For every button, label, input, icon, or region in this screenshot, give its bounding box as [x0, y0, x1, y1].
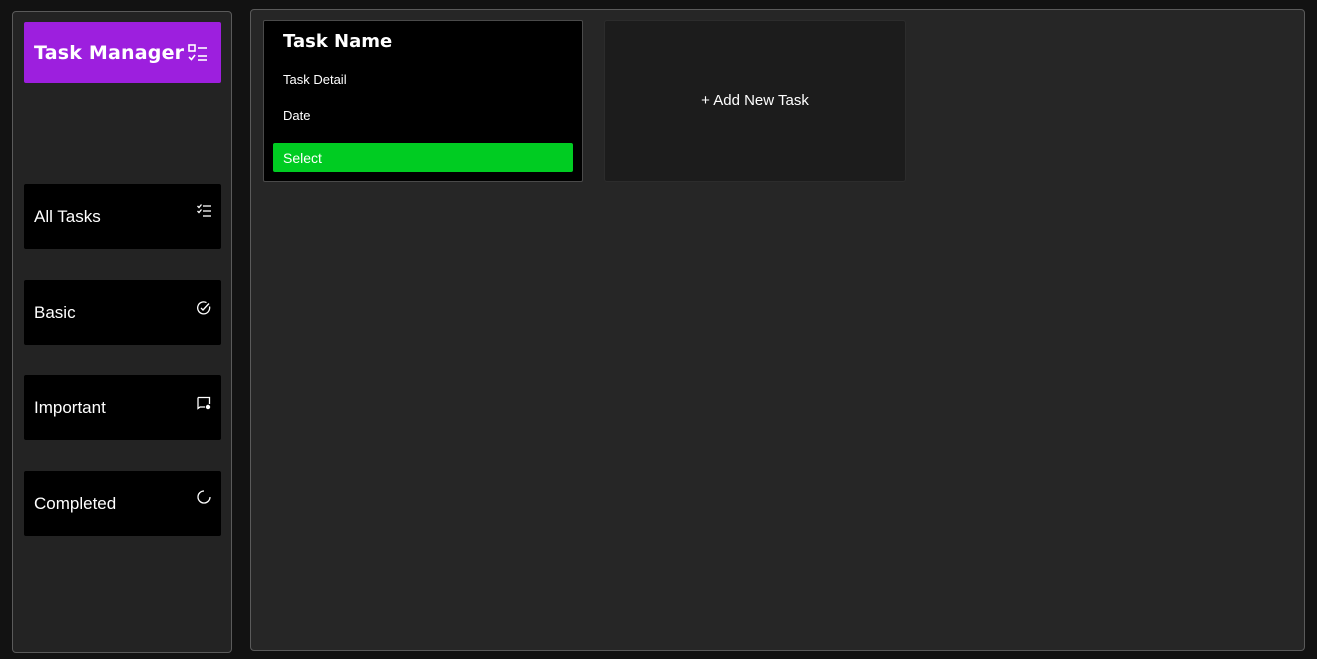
sidebar-item-label: Important [34, 397, 106, 417]
sidebar-item-important[interactable]: Important [24, 375, 221, 440]
task-detail: Task Detail [283, 72, 347, 87]
chat-important-icon [197, 396, 211, 410]
task-board: Task Name Task Detail Date Select + Add … [250, 9, 1305, 651]
sidebar-item-label: Completed [34, 493, 117, 513]
spinner-icon [197, 490, 211, 504]
sidebar-item-label: All Tasks [34, 206, 101, 226]
sidebar: Task Manager All Tasks Basic Important C… [12, 11, 232, 653]
task-name: Task Name [283, 31, 393, 52]
sidebar-item-all-tasks[interactable]: All Tasks [24, 184, 221, 249]
list-check-icon [197, 204, 211, 217]
circle-check-icon [197, 301, 211, 315]
brand-header: Task Manager [24, 22, 221, 83]
app-title: Task Manager [34, 41, 185, 64]
sidebar-item-completed[interactable]: Completed [24, 471, 221, 536]
app-window: Task Manager All Tasks Basic Important C… [0, 0, 1317, 659]
sidebar-item-basic[interactable]: Basic [24, 280, 221, 345]
task-list-icon [188, 43, 207, 61]
add-new-task-button[interactable]: + Add New Task [604, 20, 906, 182]
task-card: Task Name Task Detail Date Select [263, 20, 583, 182]
task-date: Date [283, 108, 311, 123]
sidebar-item-label: Basic [34, 302, 76, 322]
add-new-task-label: + Add New Task [701, 91, 809, 109]
select-button[interactable]: Select [273, 143, 573, 172]
